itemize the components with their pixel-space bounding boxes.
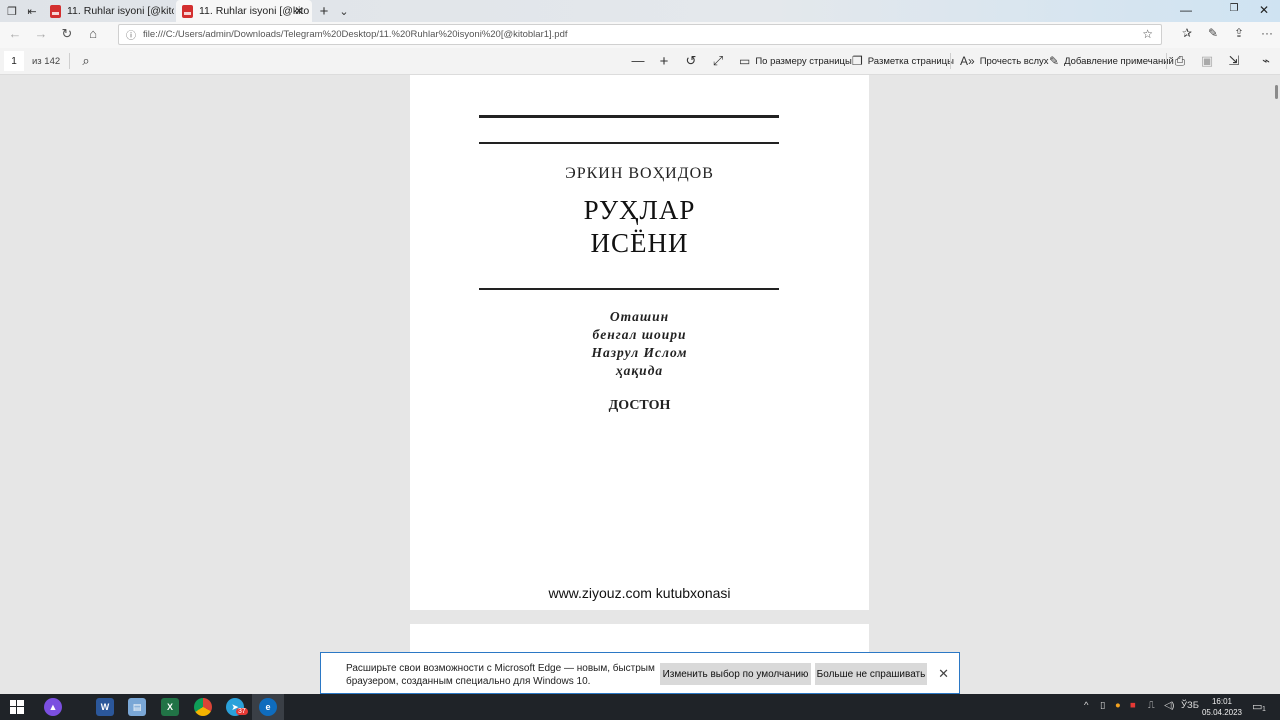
read-aloud-button[interactable]: A» Прочесть вслух <box>960 54 1049 68</box>
battery-icon[interactable]: ▯ <box>1100 700 1105 711</box>
title-bar: ❐ ⇤ 11. Ruhlar isyoni [@kitoblar 11. Ruh… <box>0 0 1280 22</box>
search-icon[interactable]: ⌕ <box>78 53 94 69</box>
divider <box>1166 53 1167 69</box>
clock-time: 16:01 <box>1211 697 1233 706</box>
favorites-icon[interactable]: ✰ <box>1178 26 1196 40</box>
print-icon[interactable]: ⎙ <box>1172 53 1188 69</box>
chrome-icon[interactable] <box>194 698 212 716</box>
decorative-rule <box>479 288 779 290</box>
tab-actions-icon[interactable]: ❐ <box>4 3 20 19</box>
tab-pdf-2[interactable]: 11. Ruhlar isyoni [@kito ✕ <box>176 0 312 22</box>
close-tab-icon[interactable]: ✕ <box>294 4 304 18</box>
pdf-viewer[interactable]: ЭРКИН ВОҲИДОВ РУҲЛАР ИСЁНИ Оташин бенгал… <box>0 75 1280 694</box>
tab-label: 11. Ruhlar isyoni [@kitoblar <box>67 5 174 17</box>
subtitle-line: ҳақида <box>615 363 664 378</box>
fit-page-button[interactable]: ▭ По размеру страницы <box>739 54 852 68</box>
pin-toolbar-icon[interactable]: ⌁ <box>1258 53 1274 69</box>
notification-count: 1 <box>1262 706 1266 713</box>
tab-pdf-1[interactable]: 11. Ruhlar isyoni [@kitoblar <box>44 0 174 22</box>
subtitle-line: бенгал шоири <box>592 327 687 342</box>
network-icon[interactable]: ⎍ <box>1148 700 1155 711</box>
divider <box>69 53 70 69</box>
clock-date: 05.04.2023 <box>1201 708 1243 717</box>
alice-assistant-icon[interactable]: ▲ <box>44 698 62 716</box>
read-aloud-icon: A» <box>960 54 975 68</box>
set-aside-tabs-icon[interactable]: ⇤ <box>24 3 40 19</box>
new-tab-icon[interactable]: + <box>316 3 332 20</box>
address-bar: ← → ↻ ⌂ ⓘ file:///C:/Users/admin/Downloa… <box>0 22 1280 48</box>
volume-icon[interactable]: ◁) <box>1164 700 1174 711</box>
pdf-file-icon <box>182 4 193 18</box>
fit-page-label: По размеру страницы <box>755 55 852 67</box>
add-notes-button[interactable]: ✎ Добавление примечаний <box>1049 54 1174 68</box>
minimize-button[interactable]: — <box>1176 3 1196 17</box>
decorative-rule <box>479 142 779 144</box>
home-button[interactable]: ⌂ <box>84 26 102 41</box>
show-hidden-icons-chevron[interactable]: ^ <box>1084 700 1088 711</box>
page-number-input[interactable]: 1 <box>4 51 24 71</box>
book-genre: ДОСТОН <box>608 398 671 413</box>
pdf-page: ЭРКИН ВОҲИДОВ РУҲЛАР ИСЁНИ Оташин бенгал… <box>410 75 869 610</box>
change-default-button[interactable]: Изменить выбор по умолчанию <box>660 663 811 685</box>
page-layout-label: Разметка страницы <box>867 55 954 67</box>
notepad-icon[interactable]: ▤ <box>128 698 146 716</box>
book-title-line-2: ИСЁНИ <box>590 228 689 258</box>
restore-button[interactable]: ❐ <box>1224 3 1244 14</box>
notes-pen-icon[interactable]: ✎ <box>1204 26 1222 40</box>
word-icon[interactable]: W <box>96 698 114 716</box>
book-title-line-1: РУҲЛАР <box>583 195 696 225</box>
add-notes-label: Добавление примечаний <box>1064 55 1174 67</box>
more-menu-icon[interactable]: ··· <box>1258 26 1276 40</box>
divider <box>950 53 951 69</box>
excel-icon[interactable]: X <box>161 698 179 716</box>
fit-page-icon: ▭ <box>739 54 751 68</box>
close-icon[interactable]: ✕ <box>938 666 949 682</box>
input-language[interactable]: ЎЗБ <box>1181 700 1199 711</box>
zoom-in-icon[interactable]: + <box>656 53 672 70</box>
edge-icon[interactable]: e <box>259 698 277 716</box>
read-aloud-label: Прочесть вслух <box>979 55 1049 67</box>
back-button[interactable]: ← <box>6 26 24 41</box>
telegram-unread-badge: 37 <box>236 708 248 715</box>
save-as-icon[interactable]: ⇲ <box>1226 53 1242 69</box>
url-field[interactable]: ⓘ file:///C:/Users/admin/Downloads/Teleg… <box>118 24 1162 45</box>
tab-preview-chevron-icon[interactable]: ⌄ <box>336 3 352 19</box>
tray-app-icon[interactable]: ● <box>1115 700 1121 711</box>
windows-start-icon[interactable] <box>8 698 26 716</box>
tab-label: 11. Ruhlar isyoni [@kito <box>199 5 310 17</box>
info-icon[interactable]: ⓘ <box>123 27 139 42</box>
pen-icon: ✎ <box>1049 54 1060 68</box>
scrollbar-thumb[interactable] <box>1275 85 1278 99</box>
save-icon[interactable]: ▣ <box>1199 53 1215 69</box>
taskbar: ▲ W ▤ X ➤ 37 e ^ ▯ ● ■ ⎍ ◁) ЎЗБ 16:01 05… <box>0 694 1280 720</box>
decorative-rule <box>479 115 779 118</box>
page-layout-icon: ❐ <box>852 54 863 68</box>
favorite-star-icon[interactable]: ☆ <box>1142 27 1153 41</box>
refresh-button[interactable]: ↻ <box>58 26 76 42</box>
zoom-out-icon[interactable]: — <box>630 53 646 68</box>
close-window-button[interactable]: ✕ <box>1254 3 1274 17</box>
url-text: file:///C:/Users/admin/Downloads/Telegra… <box>143 29 568 40</box>
rotate-icon[interactable]: ↺ <box>683 53 699 69</box>
page-footer-watermark: www.ziyouz.com kutubxonasi <box>548 585 731 601</box>
antivirus-icon[interactable]: ■ <box>1130 700 1136 711</box>
share-icon[interactable]: ⇪ <box>1230 26 1248 40</box>
edge-promo-notification: Расширьте свои возможности с Microsoft E… <box>320 652 960 694</box>
dont-ask-again-button[interactable]: Больше не спрашивать <box>815 663 927 685</box>
subtitle-line: Оташин <box>609 309 670 324</box>
system-clock[interactable]: 16:01 05.04.2023 <box>1200 696 1244 718</box>
action-center-icon[interactable]: ▭ <box>1252 700 1262 713</box>
pdf-file-icon <box>50 4 61 18</box>
pdf-toolbar: 1 из 142 ⌕ — + ↺ ⤢ ▭ По размеру страницы… <box>0 48 1280 75</box>
forward-button[interactable]: → <box>32 26 50 41</box>
subtitle-line: Назрул Ислом <box>591 345 688 360</box>
notification-text: Расширьте свои возможности с Microsoft E… <box>346 663 655 687</box>
book-author: ЭРКИН ВОҲИДОВ <box>565 165 714 182</box>
page-layout-button[interactable]: ❐ Разметка страницы <box>852 54 954 68</box>
fullscreen-icon[interactable]: ⤢ <box>710 53 726 69</box>
page-count: из 142 <box>32 56 61 67</box>
